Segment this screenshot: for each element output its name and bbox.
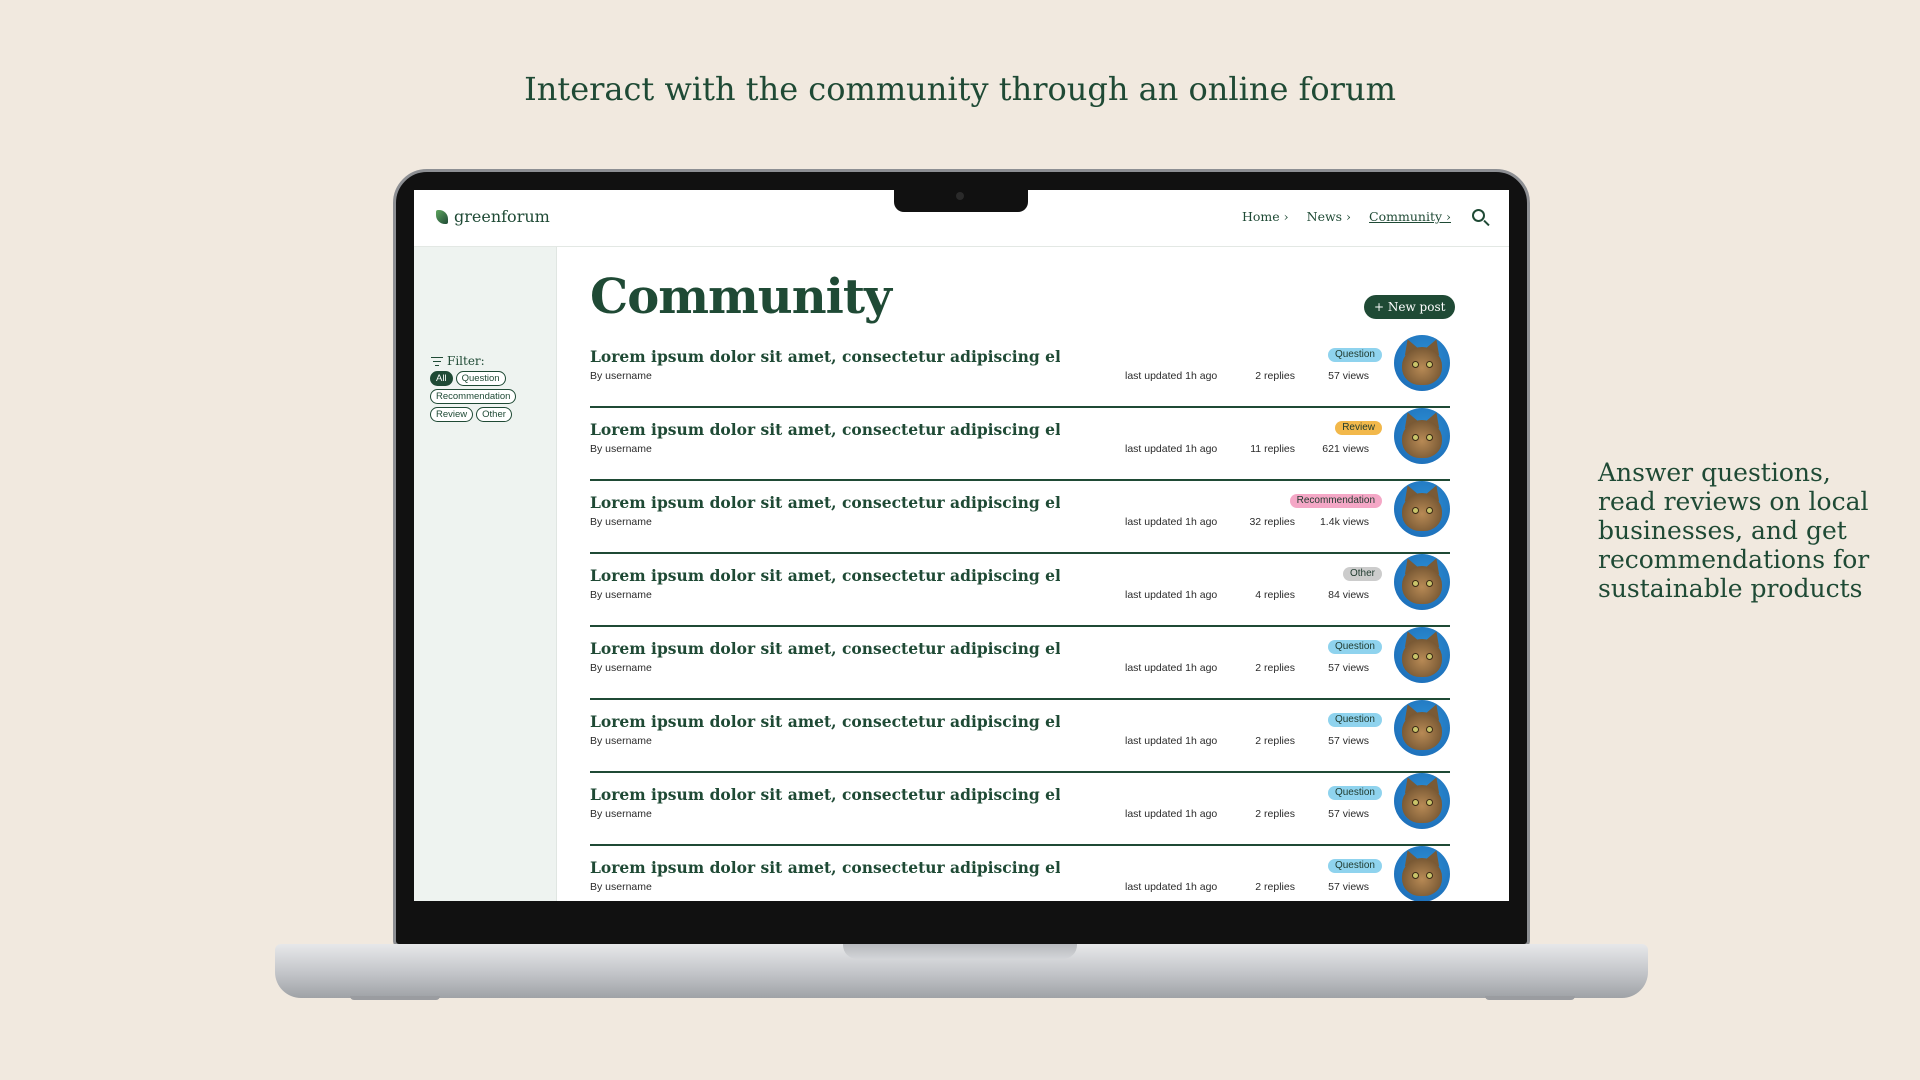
post-replies: 2 replies [1255, 370, 1295, 382]
laptop-base-notch [843, 944, 1077, 959]
post-author[interactable]: By username [590, 589, 652, 601]
post-replies: 4 replies [1255, 589, 1295, 601]
search-icon[interactable] [1472, 209, 1485, 222]
post-author[interactable]: By username [590, 881, 652, 893]
post-updated: last updated 1h ago [1125, 662, 1218, 674]
filter-header: Filter: [431, 354, 485, 368]
post-row[interactable]: Lorem ipsum dolor sit amet, consectetur … [590, 846, 1450, 901]
post-row[interactable]: Lorem ipsum dolor sit amet, consectetur … [590, 773, 1450, 846]
filter-label: Filter: [447, 354, 485, 368]
post-row[interactable]: Lorem ipsum dolor sit amet, consectetur … [590, 481, 1450, 554]
post-views: 84 views [1328, 589, 1369, 601]
post-updated: last updated 1h ago [1125, 808, 1218, 820]
leaf-icon [436, 209, 448, 224]
post-tag[interactable]: Review [1335, 421, 1382, 435]
post-title[interactable]: Lorem ipsum dolor sit amet, consectetur … [590, 639, 1060, 658]
post-replies: 2 replies [1255, 662, 1295, 674]
post-tag[interactable]: Question [1327, 640, 1382, 654]
filter-chips: All Question Recommendation Review Other [430, 371, 550, 422]
avatar[interactable] [1394, 700, 1450, 756]
post-tag[interactable]: Question [1327, 348, 1382, 362]
filter-icon [431, 356, 443, 366]
post-updated: last updated 1h ago [1125, 443, 1218, 455]
logo-text: greenforum [454, 207, 550, 226]
filter-chip-other[interactable]: Other [476, 407, 512, 422]
post-updated: last updated 1h ago [1125, 370, 1218, 382]
post-tag[interactable]: Question [1327, 786, 1382, 800]
nav-home[interactable]: Home › [1242, 209, 1289, 224]
post-replies: 2 replies [1255, 881, 1295, 893]
filter-chip-review[interactable]: Review [430, 407, 474, 422]
main-nav: Home › News › Community › [1242, 209, 1451, 224]
filter-chip-question[interactable]: Question [455, 371, 506, 386]
post-author[interactable]: By username [590, 370, 652, 382]
post-updated: last updated 1h ago [1125, 735, 1218, 747]
post-author[interactable]: By username [590, 443, 652, 455]
new-post-button[interactable]: + New post [1364, 295, 1456, 319]
post-tag[interactable]: Other [1342, 567, 1382, 581]
post-views: 57 views [1328, 662, 1369, 674]
post-row[interactable]: Lorem ipsum dolor sit amet, consectetur … [590, 700, 1450, 773]
camera-icon [956, 192, 964, 200]
main-content: Community + New post Lorem ipsum dolor s… [557, 247, 1509, 901]
post-views: 57 views [1328, 808, 1369, 820]
post-views: 621 views [1322, 443, 1369, 455]
post-title[interactable]: Lorem ipsum dolor sit amet, consectetur … [590, 785, 1060, 804]
post-title[interactable]: Lorem ipsum dolor sit amet, consectetur … [590, 420, 1060, 439]
post-tag[interactable]: Question [1327, 859, 1382, 873]
headline: Interact with the community through an o… [524, 70, 1396, 108]
nav-community[interactable]: Community › [1369, 209, 1451, 224]
avatar[interactable] [1394, 846, 1450, 901]
post-title[interactable]: Lorem ipsum dolor sit amet, consectetur … [590, 566, 1060, 585]
logo[interactable]: greenforum [436, 207, 550, 226]
filter-chip-all[interactable]: All [430, 371, 453, 386]
post-tag[interactable]: Recommendation [1289, 494, 1382, 508]
post-row[interactable]: Lorem ipsum dolor sit amet, consectetur … [590, 554, 1450, 627]
post-replies: 32 replies [1249, 516, 1295, 528]
side-caption: Answer questions, read reviews on local … [1598, 458, 1870, 603]
post-title[interactable]: Lorem ipsum dolor sit amet, consectetur … [590, 712, 1060, 731]
post-updated: last updated 1h ago [1125, 589, 1218, 601]
laptop-screen: greenforum Home › News › Community › Fil… [414, 190, 1509, 901]
screen-notch [894, 188, 1028, 212]
laptop-foot [1485, 996, 1575, 1000]
post-row[interactable]: Lorem ipsum dolor sit amet, consectetur … [590, 408, 1450, 481]
avatar[interactable] [1394, 481, 1450, 537]
avatar[interactable] [1394, 335, 1450, 391]
post-replies: 2 replies [1255, 735, 1295, 747]
post-views: 1.4k views [1319, 516, 1369, 528]
post-row[interactable]: Lorem ipsum dolor sit amet, consectetur … [590, 335, 1450, 408]
post-author[interactable]: By username [590, 735, 652, 747]
post-views: 57 views [1328, 735, 1369, 747]
post-author[interactable]: By username [590, 662, 652, 674]
post-replies: 2 replies [1255, 808, 1295, 820]
sidebar: Filter: All Question Recommendation Revi… [414, 247, 557, 901]
post-title[interactable]: Lorem ipsum dolor sit amet, consectetur … [590, 858, 1060, 877]
post-row[interactable]: Lorem ipsum dolor sit amet, consectetur … [590, 627, 1450, 700]
avatar[interactable] [1394, 627, 1450, 683]
page-title: Community [590, 269, 892, 325]
avatar[interactable] [1394, 408, 1450, 464]
post-views: 57 views [1328, 370, 1369, 382]
post-updated: last updated 1h ago [1125, 881, 1218, 893]
post-author[interactable]: By username [590, 808, 652, 820]
nav-news[interactable]: News › [1307, 209, 1351, 224]
post-views: 57 views [1328, 881, 1369, 893]
post-tag[interactable]: Question [1327, 713, 1382, 727]
post-updated: last updated 1h ago [1125, 516, 1218, 528]
post-replies: 11 replies [1250, 443, 1295, 455]
avatar[interactable] [1394, 554, 1450, 610]
laptop-foot [350, 996, 440, 1000]
avatar[interactable] [1394, 773, 1450, 829]
filter-chip-recommendation[interactable]: Recommendation [430, 389, 517, 404]
post-title[interactable]: Lorem ipsum dolor sit amet, consectetur … [590, 347, 1060, 366]
post-author[interactable]: By username [590, 516, 652, 528]
post-title[interactable]: Lorem ipsum dolor sit amet, consectetur … [590, 493, 1060, 512]
post-list: Lorem ipsum dolor sit amet, consectetur … [590, 335, 1450, 901]
